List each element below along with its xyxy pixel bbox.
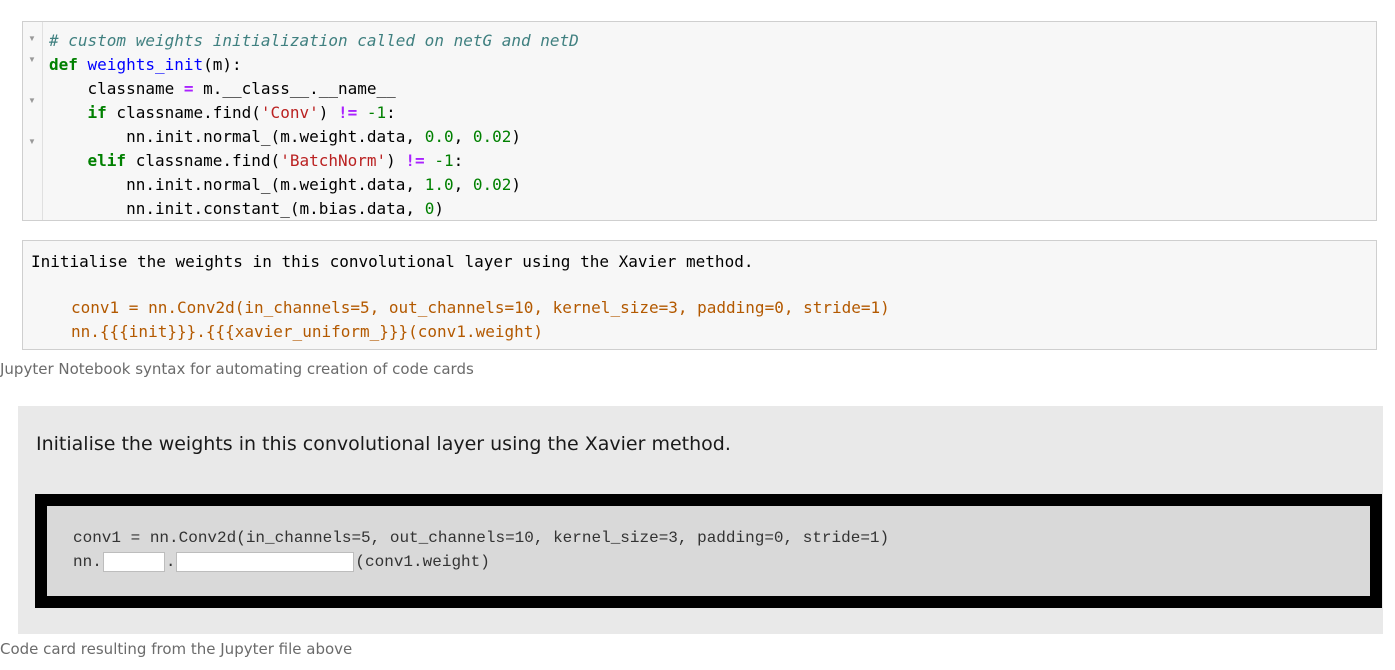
card-code-text: (conv1.weight) [355,553,490,571]
code-text: classname.find( [126,151,281,170]
code-number: 0 [424,199,435,218]
code-line: if classname.find('Conv') != -1: [49,103,579,127]
code-number: -1 [434,151,454,170]
fold-triangle-icon[interactable]: ▼ [28,34,36,43]
code-number: 0.02 [472,175,512,194]
figure-caption: Jupyter Notebook syntax for automating c… [0,360,474,378]
code-line: # custom weights initialization called o… [49,31,579,55]
code-text: nn.init.constant_(m.bias.data, [126,199,425,218]
card-code-line: nn.. (conv1.weight) [73,550,889,574]
code-keyword: def [49,55,78,74]
fold-triangle-icon[interactable]: ▼ [28,55,36,64]
code-string: 'BatchNorm' [280,151,387,170]
code-operator: = [183,79,194,98]
code-editor[interactable]: # custom weights initialization called o… [49,31,579,223]
code-text: ) [511,127,522,146]
card-code-text: nn. [73,553,102,571]
card-code-line: conv1 = nn.Conv2d(in_channels=5, out_cha… [73,529,890,547]
markdown-question-text: Initialise the weights in this convoluti… [31,252,754,271]
blank-input-init[interactable] [102,551,165,572]
code-text: m.__class__.__name__ [193,79,396,98]
code-keyword: if [87,103,107,122]
jupyter-markdown-cell[interactable]: Initialise the weights in this convoluti… [22,240,1377,350]
figure-caption: Code card resulting from the Jupyter fil… [0,640,353,658]
code-comment: # custom weights initialization called o… [49,31,579,50]
code-operator: != [337,103,358,122]
code-text: , [453,175,473,194]
code-keyword: elif [87,151,127,170]
fold-triangle-icon[interactable]: ▼ [28,96,36,105]
code-number: 0.0 [424,127,454,146]
code-line: nn.init.normal_(m.weight.data, 1.0, 0.02… [49,175,579,199]
code-text: ) [434,199,444,218]
code-text: , [453,127,473,146]
fold-triangle-icon[interactable]: ▼ [28,137,36,146]
blank-input-xavier-uniform[interactable] [176,551,355,572]
code-number: 0.02 [472,127,512,146]
code-text: : [386,103,396,122]
code-line: nn.init.normal_(m.weight.data, 0.0, 0.02… [49,127,579,151]
card-code-text: . [165,553,176,571]
code-text: nn.init.normal_(m.weight.data, [126,127,425,146]
code-number: -1 [366,103,387,122]
card-question-text: Initialise the weights in this convoluti… [36,433,731,455]
code-operator: != [405,151,425,170]
code-line: classname = m.__class__.__name__ [49,79,579,103]
code-text: classname.find( [106,103,261,122]
card-code-frame: conv1 = nn.Conv2d(in_channels=5, out_cha… [35,494,1382,608]
jupyter-code-cell[interactable]: ▼ ▼ ▼ ▼ # custom weights initialization … [22,21,1377,221]
code-card: Initialise the weights in this convoluti… [18,406,1383,634]
code-function-name: weights_init [87,55,204,74]
markdown-code-line: nn.{{{init}}}.{{{xavier_uniform_}}}(conv… [71,322,544,341]
code-line: elif classname.find('BatchNorm') != -1: [49,151,579,175]
card-code-block: conv1 = nn.Conv2d(in_channels=5, out_cha… [73,526,889,574]
markdown-code-block: conv1 = nn.Conv2d(in_channels=5, out_cha… [71,297,890,345]
markdown-code-line: conv1 = nn.Conv2d(in_channels=5, out_cha… [71,298,890,317]
code-gutter: ▼ ▼ ▼ ▼ [23,22,43,220]
code-text: ) [386,151,406,170]
code-text: (m): [203,55,242,74]
code-text: classname [87,79,184,98]
code-line: def weights_init(m): [49,55,579,79]
card-code-area: conv1 = nn.Conv2d(in_channels=5, out_cha… [47,506,1370,596]
code-number: 1.0 [424,175,454,194]
code-text: nn.init.normal_(m.weight.data, [126,175,425,194]
code-text: : [453,151,464,170]
code-text: ) [318,103,338,122]
code-string: 'Conv' [260,103,319,122]
code-line: nn.init.constant_(m.bias.data, 0) [49,199,579,223]
code-text: ) [511,175,522,194]
